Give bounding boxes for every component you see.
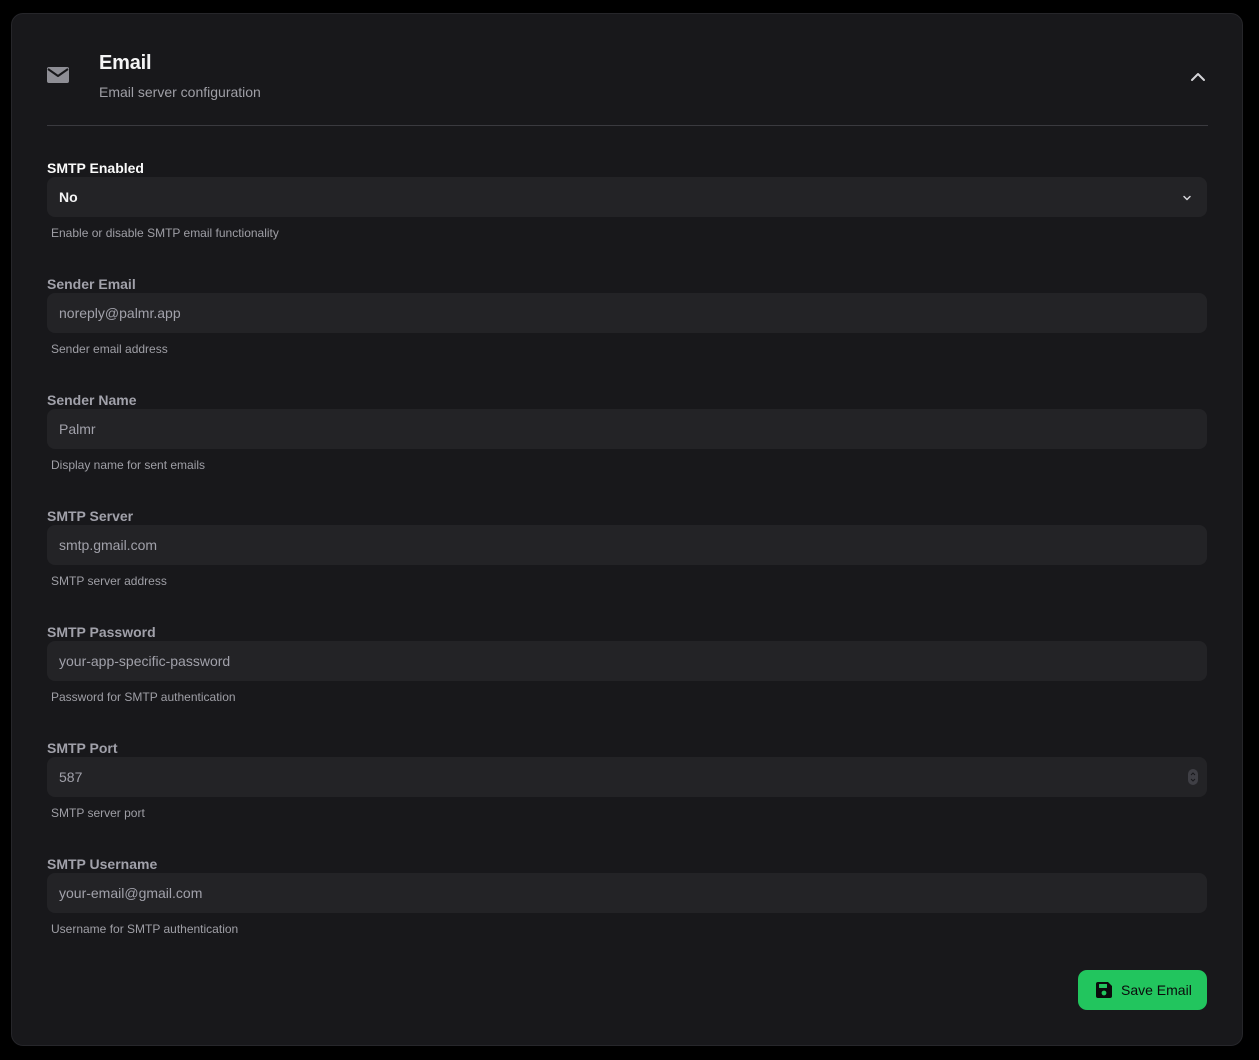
field-label: SMTP Password bbox=[47, 624, 156, 640]
smtp-enabled-select[interactable]: No bbox=[47, 177, 1207, 217]
select-value: No bbox=[59, 189, 78, 205]
field-label: SMTP Port bbox=[47, 740, 118, 756]
section-subtitle: Email server configuration bbox=[99, 84, 261, 100]
sender-email-input[interactable] bbox=[47, 293, 1207, 333]
field-help: Username for SMTP authentication bbox=[51, 922, 239, 936]
save-email-button[interactable]: Save Email bbox=[1078, 970, 1207, 1010]
field-help: SMTP server port bbox=[51, 806, 145, 820]
mail-icon bbox=[47, 67, 69, 83]
field-help: SMTP server address bbox=[51, 574, 167, 588]
save-icon bbox=[1095, 981, 1113, 999]
field-label: SMTP Enabled bbox=[47, 160, 144, 176]
email-settings-card: Email Email server configuration SMTP En… bbox=[11, 13, 1243, 1046]
field-label: SMTP Server bbox=[47, 508, 134, 524]
section-title: Email bbox=[99, 52, 152, 74]
chevron-up-icon bbox=[1187, 73, 1209, 92]
smtp-password-input[interactable] bbox=[47, 641, 1207, 681]
field-help: Display name for sent emails bbox=[51, 458, 206, 472]
field-label: SMTP Username bbox=[47, 856, 158, 872]
smtp-server-input[interactable] bbox=[47, 525, 1207, 565]
field-help: Sender email address bbox=[51, 342, 168, 356]
field-help: Password for SMTP authentication bbox=[51, 690, 236, 704]
field-label: Sender Email bbox=[47, 276, 136, 292]
save-button-label: Save Email bbox=[1121, 982, 1192, 998]
collapse-button[interactable] bbox=[1187, 66, 1209, 88]
smtp-port-input[interactable] bbox=[47, 757, 1207, 797]
field-label: Sender Name bbox=[47, 392, 137, 408]
smtp-username-input[interactable] bbox=[47, 873, 1207, 913]
field-help: Enable or disable SMTP email functionali… bbox=[51, 226, 279, 240]
section-header: Email Email server configuration bbox=[47, 14, 1208, 126]
number-stepper[interactable] bbox=[1188, 769, 1198, 785]
chevron-down-icon bbox=[1181, 191, 1193, 203]
sender-name-input[interactable] bbox=[47, 409, 1207, 449]
